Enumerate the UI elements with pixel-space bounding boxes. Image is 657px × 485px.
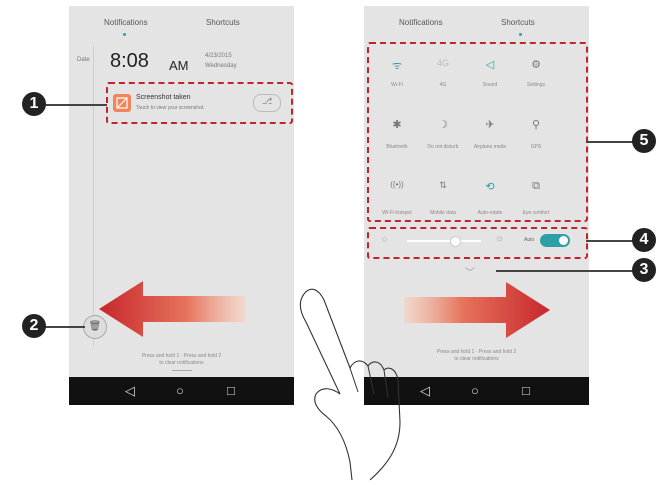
- bottom-hint-1: Press and hold 1 · Press and hold 2: [436, 349, 517, 355]
- callout-2: 2: [22, 314, 46, 338]
- clock-date: 4/23/2015: [205, 53, 232, 59]
- swipe-right-arrow: [404, 282, 550, 338]
- timeline-line: [93, 46, 94, 346]
- left-tabs: Notifications Shortcuts: [69, 16, 294, 36]
- right-tabs: Notifications Shortcuts: [364, 16, 589, 36]
- expand-chevron-icon[interactable]: ﹀: [465, 264, 475, 279]
- tab-shortcuts[interactable]: Shortcuts: [501, 18, 535, 27]
- callout-3-line: [496, 270, 633, 272]
- active-tab-dot: [123, 33, 126, 36]
- drag-handle[interactable]: [172, 370, 192, 371]
- bottom-hint-2: to clear notifications: [159, 360, 204, 366]
- callout-4-line: [586, 240, 633, 242]
- bottom-hint-2: to clear notifications: [454, 356, 499, 362]
- callout-1-line: [45, 104, 107, 106]
- home-icon[interactable]: ○: [176, 383, 184, 398]
- tab-notifications[interactable]: Notifications: [399, 18, 443, 27]
- callout-1: 1: [22, 92, 46, 116]
- shortcuts-highlight: [367, 42, 588, 222]
- clock-ampm: AM: [169, 58, 189, 73]
- callout-4: 4: [632, 228, 656, 252]
- back-icon[interactable]: ◁: [125, 383, 135, 398]
- swipe-hand-illustration: [299, 288, 401, 481]
- recents-icon[interactable]: □: [522, 383, 530, 398]
- swipe-left-arrow: [99, 281, 245, 337]
- clock-weekday: Wednesday: [205, 63, 237, 69]
- back-icon[interactable]: ◁: [420, 383, 430, 398]
- callout-5: 5: [632, 129, 656, 153]
- tab-notifications[interactable]: Notifications: [104, 18, 148, 27]
- active-tab-dot: [519, 33, 522, 36]
- brightness-highlight: [367, 227, 588, 259]
- callout-2-line: [45, 326, 85, 328]
- left-phone-screen: Notifications Shortcuts Date 8:08 AM 4/2…: [69, 6, 294, 405]
- recents-icon[interactable]: □: [227, 383, 235, 398]
- clock-time: 8:08: [110, 50, 149, 72]
- callout-5-line: [586, 141, 633, 143]
- notification-highlight: [106, 82, 293, 124]
- date-label: Date: [77, 57, 90, 63]
- callout-3: 3: [632, 258, 656, 282]
- left-nav-bar: ◁ ○ □: [69, 377, 294, 405]
- bottom-hint-1: Press and hold 1 · Press and hold 2: [141, 353, 222, 359]
- tab-shortcuts[interactable]: Shortcuts: [206, 18, 240, 27]
- home-icon[interactable]: ○: [471, 383, 479, 398]
